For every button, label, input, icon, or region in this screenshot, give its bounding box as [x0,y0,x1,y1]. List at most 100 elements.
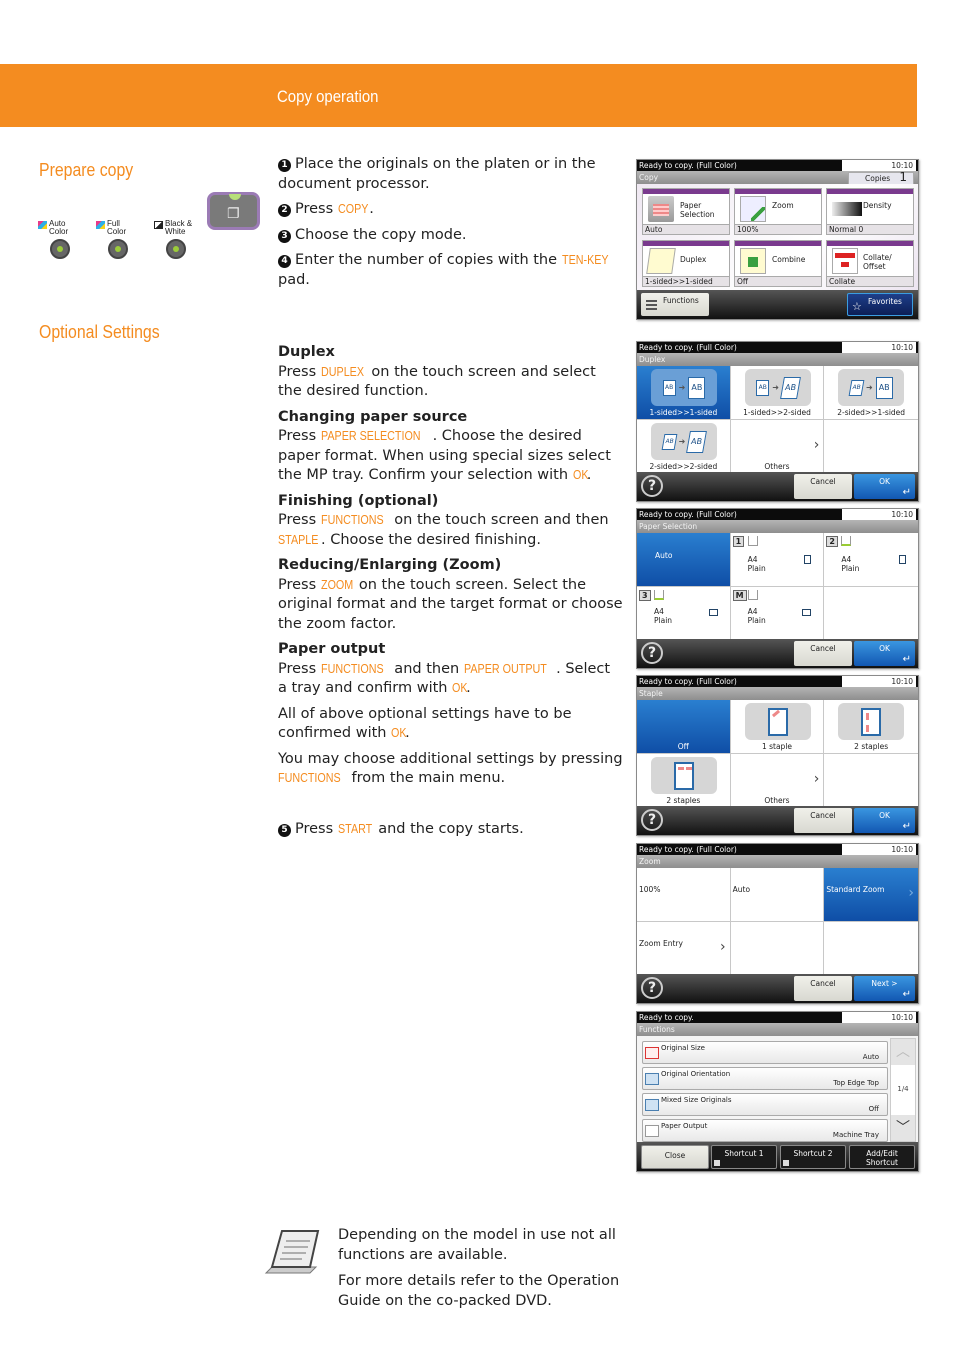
auto-color-led-button[interactable] [50,239,70,259]
function-item-paper-output[interactable]: Paper Output Machine Tray [642,1119,888,1142]
step-number: 5 [278,824,291,837]
duplex-screen: Ready to copy. (Full Color) 10:10 Duplex… [636,341,919,502]
zoom-screen: Ready to copy. (Full Color) 10:10 Zoom 1… [636,843,919,1004]
original-size-icon [645,1047,659,1059]
zoom-option-auto[interactable]: Auto [730,868,825,922]
screen-title: Duplex [637,353,918,366]
scroll-up-button[interactable]: ︿ [891,1039,915,1065]
option-paper-source: Changing paper source Press PAPER SELECTI… [278,408,623,486]
screen-title: Zoom [637,855,918,868]
label-line1: Combine [772,255,806,264]
paper-option-tray-2[interactable]: 2 A4 Plain [824,533,918,587]
help-icon[interactable]: ? [641,809,663,831]
duplex-option-2to2[interactable]: AB ➜ AB 2-sided>>2-sided [637,420,731,474]
copy-key-button[interactable]: ❐ [207,192,260,230]
combine-button[interactable]: Combine Off [734,240,822,287]
shortcut-2-button[interactable]: Shortcut 2 [780,1145,846,1169]
duplex-option-2to1[interactable]: AB ➜ AB 2-sided>>1-sided [824,366,918,420]
black-white-icon [154,221,163,229]
empty-cell [730,922,825,976]
function-item-original-orientation[interactable]: Original Orientation Top Edge Top [642,1067,888,1090]
staple-option-off[interactable]: Off [637,700,731,754]
paper-selection-button[interactable]: Paper Selection Auto [642,188,730,235]
help-icon[interactable]: ? [641,977,663,999]
help-icon[interactable]: ? [641,475,663,497]
duplex-option-1to2[interactable]: AB ➜ AB 1-sided>>2-sided [730,366,825,420]
keyword-functions: FUNCTIONS [278,771,341,785]
note-paragraph: For more details refer to the Operation … [338,1273,620,1309]
bottom-bar: ? Cancel OK ↵ [637,472,918,501]
optional-settings-heading: Optional Settings [39,322,160,342]
close-button[interactable]: Close [641,1145,709,1169]
function-name: Original Size [661,1044,705,1052]
cancel-button[interactable]: Cancel [794,808,852,833]
staple-option-1-staple[interactable]: 1 staple [730,700,825,754]
collate-offset-button[interactable]: Collate/Offset Collate [826,240,914,287]
zoom-option-standard[interactable]: Standard Zoom › [824,868,918,922]
list-scrollbar[interactable]: ︿ 1/4 ﹀ [890,1038,916,1142]
density-button[interactable]: Density Normal 0 [826,188,914,235]
button-label: Collate/Offset [863,253,892,271]
function-value: Machine Tray [832,1131,879,1139]
step-3: 3 Choose the copy mode. [278,226,623,246]
full-color-led-button[interactable] [108,239,128,259]
step-5: 5 Press START and the copy starts. [278,820,623,840]
staple-option-2-staples-top[interactable]: 2 staples [637,754,731,808]
duplex-button[interactable]: Duplex 1-sided>>1-sided [642,240,730,287]
step-1: 1 Place the originals on the platen or in… [278,155,623,194]
duplex-option-1to1[interactable]: AB ➜ AB 1-sided>>1-sided [637,366,731,420]
tray-badge: 3 [639,590,651,601]
function-item-mixed-size[interactable]: Mixed Size Originals Off [642,1093,888,1116]
scroll-down-button[interactable]: ﹀ [891,1115,915,1141]
zoom-option-100[interactable]: 100% [637,868,731,922]
cancel-button[interactable]: Cancel [794,976,852,1001]
label-line1: Duplex [680,255,707,264]
add-edit-shortcut-button[interactable]: Add/Edit Shortcut [849,1145,915,1169]
zoom-option-entry[interactable]: Zoom Entry › [637,922,731,976]
mode-auto-color[interactable]: Auto Color [38,220,88,259]
function-value: Off [868,1105,879,1113]
paper-type: Plain [841,564,860,573]
chevron-right-icon: › [908,885,914,901]
option-text: Press [278,512,321,528]
help-icon[interactable]: ? [641,642,663,664]
step-2: 2 Press COPY. [278,200,623,220]
shortcut-1-button[interactable]: Shortcut 1 [711,1145,777,1169]
paper-option-tray-3[interactable]: 3 A4 Plain [637,587,731,641]
cancel-button[interactable]: Cancel [794,641,852,666]
keyword-functions: FUNCTIONS [320,513,384,527]
bottom-bar: ? Cancel OK ↵ [637,639,918,668]
option-heading: Duplex [278,344,335,360]
staple-option-others[interactable]: › Others [730,754,825,808]
star-icon: ☆ [852,300,862,313]
mode-full-color[interactable]: Full Color [96,220,146,259]
mode-label-line2: White [165,227,186,236]
next-button[interactable]: Next > ↵ [854,976,915,1001]
zoom-icon [740,196,766,222]
paper-option-tray-1[interactable]: 1 A4 Plain [730,533,825,587]
keyword-ten-key: TEN-KEY [561,253,609,267]
functions-button[interactable]: Functions [641,293,709,316]
ok-button[interactable]: OK ↵ [854,474,915,499]
paper-option-mp-tray[interactable]: M A4 Plain [730,587,825,641]
screen-title: Functions [637,1023,918,1036]
function-item-original-size[interactable]: Original Size Auto [642,1041,888,1064]
black-white-led-button[interactable] [166,239,186,259]
1-sided-to-1-sided-icon: AB ➜ AB [651,369,717,406]
paper-option-auto[interactable]: Auto [637,533,731,587]
button-value: 100% [735,224,821,234]
control-panel: Auto Color Full Color Black & White ❐ [38,192,263,262]
paper-size: A4 [747,555,758,564]
favorites-button[interactable]: ☆ Favorites [847,293,913,316]
duplex-option-others[interactable]: › Others [730,420,825,474]
option-label: Zoom Entry [639,939,683,948]
ok-button[interactable]: OK ↵ [854,808,915,833]
cancel-button[interactable]: Cancel [794,474,852,499]
ok-button[interactable]: OK ↵ [854,641,915,666]
zoom-button[interactable]: Zoom 100% [734,188,822,235]
printer-icon [648,196,674,222]
mode-black-white[interactable]: Black & White [154,220,204,259]
staple-option-2-staples-left[interactable]: 2 staples [824,700,918,754]
chevron-right-icon: › [720,939,726,955]
header-banner: Copy operation [0,64,917,127]
